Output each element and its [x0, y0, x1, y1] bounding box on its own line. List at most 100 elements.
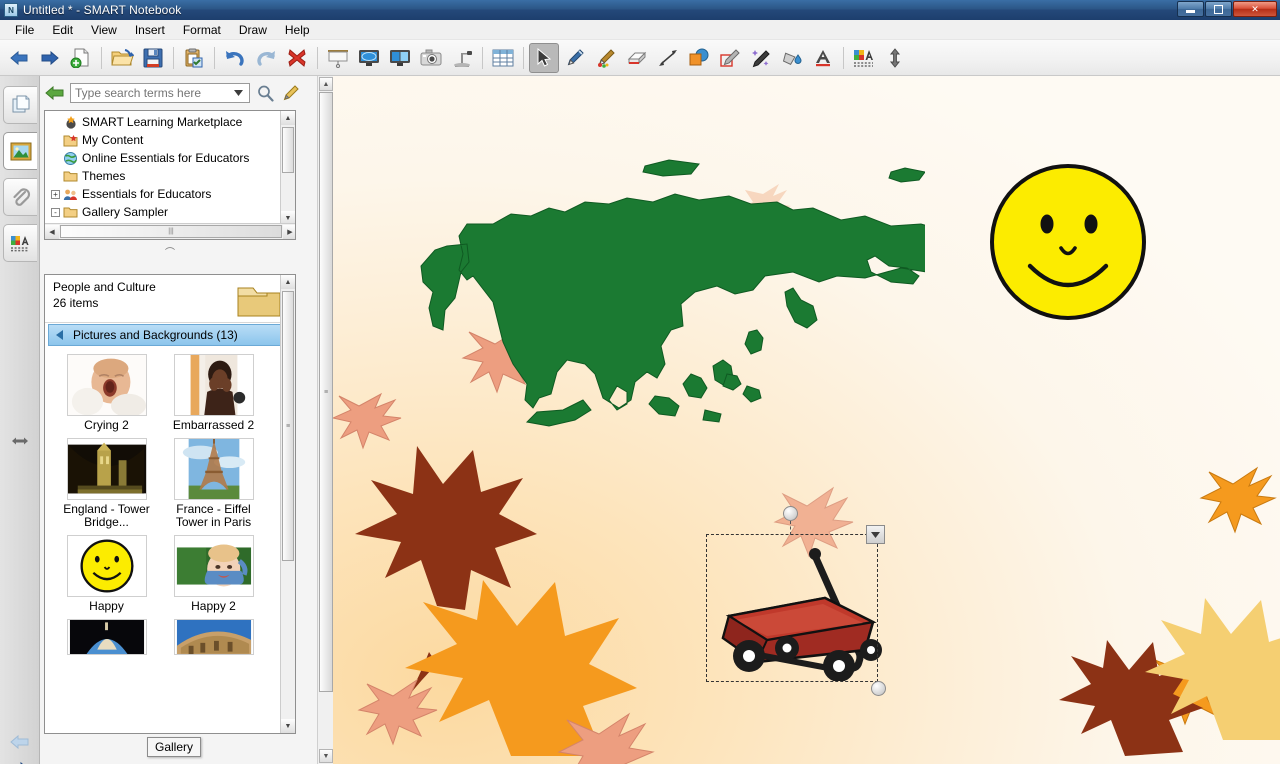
magic-pen-icon[interactable] [746, 43, 776, 73]
scroll-up-icon[interactable]: ▲ [281, 111, 295, 125]
delete-icon[interactable] [282, 43, 312, 73]
dual-page-icon[interactable] [385, 43, 415, 73]
pen-icon[interactable] [560, 43, 590, 73]
tree-item-smart-learning-marketplace[interactable]: SMART Learning Marketplace [45, 113, 282, 131]
scroll-down-icon[interactable]: ▼ [281, 719, 295, 733]
gallery-scroll-thumb[interactable]: ≡ [282, 291, 294, 561]
gallery-section-header[interactable]: Pictures and Backgrounds (13) [48, 324, 292, 346]
previous-page-icon[interactable] [6, 729, 34, 755]
save-icon[interactable] [138, 43, 168, 73]
tree-expander[interactable]: - [51, 207, 60, 217]
fill-icon[interactable] [777, 43, 807, 73]
gallery-item[interactable] [53, 619, 160, 655]
shape-pen-icon[interactable] [715, 43, 745, 73]
embarrassed-person-photo[interactable] [173, 354, 254, 416]
gallery-back-icon[interactable] [44, 86, 66, 100]
canvas-vertical-scrollbar[interactable]: ▲ ≡ ▼ [317, 76, 333, 764]
eiffel-tower-photo[interactable] [173, 438, 254, 500]
scroll-up-icon[interactable]: ▲ [319, 77, 333, 91]
canvas-scroll-thumb[interactable]: ≡ [319, 92, 333, 692]
screen-shade-icon[interactable] [323, 43, 353, 73]
gallery-item[interactable]: Happy [53, 535, 160, 613]
tree-item-themes[interactable]: Themes [45, 167, 282, 185]
gallery-category-tree[interactable]: SMART Learning Marketplace My Content On… [44, 110, 296, 240]
gallery-item[interactable]: England - Tower Bridge... [53, 438, 160, 529]
menu-view[interactable]: View [82, 21, 126, 39]
select-icon[interactable] [529, 42, 559, 73]
tree-item-gallery-sampler[interactable]: - Gallery Sampler [45, 203, 282, 221]
scroll-up-icon[interactable]: ▲ [281, 275, 295, 289]
rotate-handle[interactable] [783, 506, 798, 521]
properties-icon[interactable] [849, 43, 879, 73]
redo-icon[interactable] [251, 43, 281, 73]
scroll-right-icon[interactable]: ▶ [283, 224, 295, 239]
undo-icon[interactable] [220, 43, 250, 73]
shapes-icon[interactable] [684, 43, 714, 73]
panel-splitter[interactable]: ⌒ [44, 244, 296, 259]
colosseum-photo[interactable] [173, 619, 254, 655]
minimize-button[interactable] [1177, 1, 1204, 17]
happy-child-photo[interactable] [173, 535, 254, 597]
object-dropdown-menu[interactable] [866, 525, 885, 544]
tree-vertical-scrollbar[interactable]: ▲ ▼ [280, 111, 295, 225]
tree-expander[interactable]: + [51, 189, 60, 199]
gallery-item[interactable]: Embarrassed 2 [160, 354, 267, 432]
menu-draw[interactable]: Draw [230, 21, 276, 39]
menu-format[interactable]: Format [174, 21, 230, 39]
magnifier-icon[interactable] [254, 85, 276, 102]
move-toolbar-icon[interactable] [880, 43, 910, 73]
eraser-icon[interactable] [622, 43, 652, 73]
line-icon[interactable] [653, 43, 683, 73]
table-icon[interactable] [488, 43, 518, 73]
restore-button[interactable] [1205, 1, 1232, 17]
screen-capture-icon[interactable] [416, 43, 446, 73]
crying-baby-photo[interactable] [66, 354, 147, 416]
document-camera-icon[interactable] [447, 43, 477, 73]
next-page-icon[interactable] [35, 43, 65, 73]
scroll-left-icon[interactable]: ◀ [45, 224, 59, 239]
tab-page-sorter[interactable] [3, 86, 37, 124]
chevron-down-icon[interactable] [229, 84, 247, 102]
tree-scroll-thumb[interactable] [282, 127, 294, 173]
tower-bridge-photo[interactable] [66, 438, 147, 500]
open-file-icon[interactable] [107, 43, 137, 73]
menu-file[interactable]: File [6, 21, 43, 39]
tree-horizontal-scrollbar[interactable]: ◀ ||| ▶ [45, 223, 295, 239]
gallery-vertical-scrollbar[interactable]: ▲ ≡ ▼ [280, 275, 295, 733]
smiley-face-object[interactable] [988, 162, 1148, 325]
scroll-down-icon[interactable]: ▼ [319, 749, 333, 763]
gallery-item[interactable]: France - Eiffel Tower in Paris [160, 438, 267, 529]
tab-gallery[interactable] [3, 132, 37, 170]
mosque-dome-photo[interactable] [66, 619, 147, 655]
paste-icon[interactable] [179, 43, 209, 73]
search-input-wrapper[interactable] [70, 83, 250, 103]
resize-handle-icon[interactable] [6, 428, 34, 454]
triangle-collapse-icon[interactable] [56, 330, 63, 340]
tree-item-online-essentials[interactable]: Online Essentials for Educators [45, 149, 282, 167]
menu-edit[interactable]: Edit [43, 21, 82, 39]
next-page-icon[interactable] [6, 756, 34, 764]
gallery-item[interactable] [160, 619, 267, 655]
notebook-canvas[interactable] [333, 76, 1280, 764]
edit-pen-icon[interactable] [280, 85, 302, 101]
menu-insert[interactable]: Insert [126, 21, 174, 39]
tree-item-my-content[interactable]: My Content [45, 131, 282, 149]
creative-pen-icon[interactable] [591, 43, 621, 73]
gallery-item[interactable]: Happy 2 [160, 535, 267, 613]
resize-handle[interactable] [871, 681, 886, 696]
tab-properties[interactable] [3, 224, 37, 262]
tab-attachments[interactable] [3, 178, 37, 216]
smiley-face-clipart[interactable] [66, 535, 147, 597]
menu-help[interactable]: Help [276, 21, 319, 39]
close-button[interactable]: ✕ [1233, 1, 1277, 17]
text-icon[interactable] [808, 43, 838, 73]
tree-item-label: My Content [82, 133, 144, 147]
asia-map-object[interactable] [405, 138, 1052, 431]
add-page-icon[interactable] [66, 43, 96, 73]
tree-item-essentials-for-educators[interactable]: + Essentials for Educators [45, 185, 282, 203]
tree-hscroll-thumb[interactable]: ||| [60, 225, 282, 238]
full-screen-icon[interactable] [354, 43, 384, 73]
gallery-item[interactable]: Crying 2 [53, 354, 160, 432]
search-input[interactable] [71, 84, 229, 102]
previous-page-icon[interactable] [4, 43, 34, 73]
